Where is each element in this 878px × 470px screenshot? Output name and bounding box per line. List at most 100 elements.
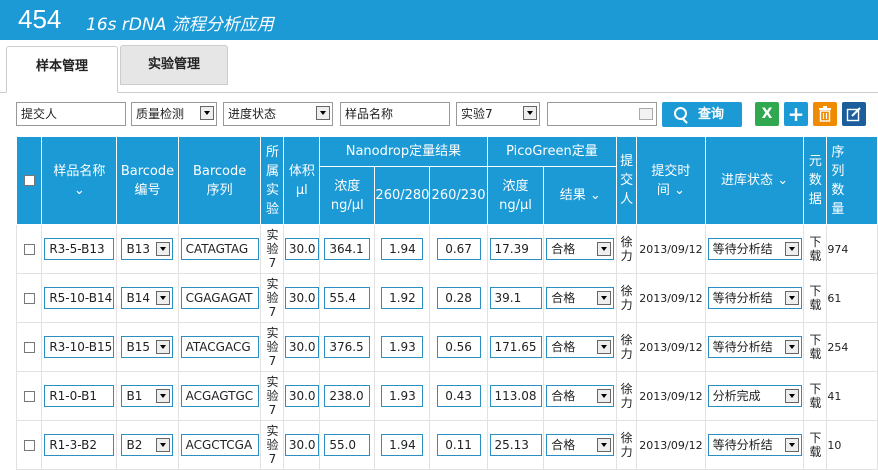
ratio-260-280-header: 260/280 [374,166,431,225]
barcode-select[interactable]: B15 [121,336,174,358]
submitter-cell: 徐力 [616,224,638,274]
chevron-down-icon [156,242,171,256]
sample-name-input[interactable]: R1-3-B2 [44,434,115,456]
submitter-filter-input[interactable]: 提交人 [16,102,126,126]
conc-input[interactable]: 238.0 [324,385,371,407]
metadata-download-link[interactable]: 下载 [803,273,828,323]
chevron-down-icon: ⌄ [777,173,789,188]
result-select[interactable]: 合格 [546,238,615,260]
calendar-icon[interactable] [639,108,653,120]
pg-conc-input[interactable]: 25.13 [489,434,542,456]
chevron-down-icon: ⌄ [73,182,85,198]
chevron-down-icon [784,340,799,354]
volume-input[interactable]: 30.0 [284,336,319,358]
ratio-260-230-input[interactable]: 0.11 [436,434,481,456]
result-select[interactable]: 合格 [546,336,615,358]
experiment-cell: 实验 7 [260,420,285,470]
volume-input[interactable]: 30.0 [284,385,319,407]
pg-conc-input[interactable]: 171.65 [489,336,542,358]
status-select[interactable]: 分析完成 [707,385,802,407]
sample-name-input[interactable]: R1-0-B1 [44,385,115,407]
status-select[interactable]: 等待分析结 [707,287,802,309]
row-checkbox[interactable] [23,342,35,353]
barcode-seq-input[interactable]: CATAGTAG [180,238,259,260]
tab-experiment-management[interactable]: 实验管理 [120,45,228,85]
select-all-checkbox[interactable] [23,175,35,186]
tab-sample-management[interactable]: 样本管理 [6,46,118,93]
metadata-download-link[interactable]: 下载 [803,322,828,372]
chevron-down-icon [597,389,612,403]
barcode-seq-input[interactable]: ACGCTCGA [180,434,259,456]
sequence-count-cell: 41 [826,371,878,421]
ratio-260-280-input[interactable]: 1.93 [381,336,424,358]
search-button[interactable]: 查询 [662,102,742,127]
experiment-cell: 实验 7 [260,273,285,323]
excel-icon[interactable]: X [755,102,779,126]
barcode-select[interactable]: B2 [121,434,174,456]
barcode-select[interactable]: B1 [121,385,174,407]
sample-name-input[interactable]: R3-5-B13 [44,238,115,260]
conc-input[interactable]: 376.5 [324,336,371,358]
result-header[interactable]: 结果 ⌄ [543,166,618,225]
chevron-down-icon [784,291,799,305]
conc-input[interactable]: 55.4 [324,287,371,309]
volume-input[interactable]: 30.0 [284,434,319,456]
row-checkbox[interactable] [23,293,35,304]
edit-icon[interactable] [842,102,866,126]
pg-conc-input[interactable]: 39.1 [489,287,542,309]
tab-bar: 样本管理 实验管理 [0,40,878,93]
pg-conc-header: 浓度 ng/μl [486,166,545,225]
date-filter-input[interactable] [547,102,657,126]
row-checkbox[interactable] [23,440,35,451]
metadata-download-link[interactable]: 下载 [803,420,828,470]
status-select[interactable]: 等待分析结 [707,336,802,358]
ratio-260-280-input[interactable]: 1.94 [381,238,424,260]
barcode-seq-input[interactable]: ACGAGTGC [180,385,259,407]
ratio-260-230-header: 260/230 [429,166,488,225]
barcode-select[interactable]: B13 [121,238,174,260]
add-icon[interactable]: + [784,102,808,126]
submitter-header: 提交人 [616,136,638,225]
experiment-cell: 实验 7 [260,224,285,274]
sample-name-filter-input[interactable]: 样品名称 [340,102,450,126]
sample-name-input[interactable]: R5-10-B14 [44,287,115,309]
chevron-down-icon [156,291,171,305]
conc-input[interactable]: 364.1 [324,238,371,260]
pg-conc-input[interactable]: 113.08 [489,385,542,407]
volume-input[interactable]: 30.0 [284,287,319,309]
table-row: R1-3-B2 B2 ACGCTCGA 实验 7 30.0 55.0 1.94 0… [15,420,878,470]
result-select[interactable]: 合格 [546,434,615,456]
ratio-260-230-input[interactable]: 0.67 [436,238,481,260]
row-checkbox[interactable] [23,391,35,402]
metadata-download-link[interactable]: 下载 [803,224,828,274]
app-header: 454 16s rDNA 流程分析应用 [0,0,878,40]
experiment-filter-select[interactable]: 实验7 [456,102,540,126]
sample-name-input[interactable]: R3-10-B15 [44,336,115,358]
conc-input[interactable]: 55.0 [324,434,371,456]
status-select[interactable]: 等待分析结 [707,238,802,260]
ratio-260-230-input[interactable]: 0.28 [436,287,481,309]
submit-time-header[interactable]: 提交时间 ⌄ [636,136,706,225]
barcode-seq-input[interactable]: CGAGAGAT [180,287,259,309]
result-select[interactable]: 合格 [546,287,615,309]
table-row: R5-10-B14 B14 CGAGAGAT 实验 7 30.0 55.4 1.9… [15,273,878,323]
pg-conc-input[interactable]: 17.39 [489,238,542,260]
result-select[interactable]: 合格 [546,385,615,407]
status-header[interactable]: 进库状态 ⌄ [704,136,805,225]
delete-icon[interactable] [813,102,837,126]
row-checkbox[interactable] [23,244,35,255]
sample-name-header[interactable]: 样品名称 ⌄ [41,136,118,225]
metadata-download-link[interactable]: 下载 [803,371,828,421]
ratio-260-230-input[interactable]: 0.56 [436,336,481,358]
ratio-260-230-input[interactable]: 0.43 [436,385,481,407]
volume-input[interactable]: 30.0 [284,238,319,260]
chevron-down-icon [156,340,171,354]
ratio-260-280-input[interactable]: 1.93 [381,385,424,407]
barcode-seq-input[interactable]: ATACGACG [180,336,259,358]
barcode-select[interactable]: B14 [121,287,174,309]
qc-filter-select[interactable]: 质量检测 [131,102,217,126]
progress-filter-select[interactable]: 进度状态 [223,102,333,126]
status-select[interactable]: 等待分析结 [707,434,802,456]
ratio-260-280-input[interactable]: 1.94 [381,434,424,456]
ratio-260-280-input[interactable]: 1.92 [381,287,424,309]
